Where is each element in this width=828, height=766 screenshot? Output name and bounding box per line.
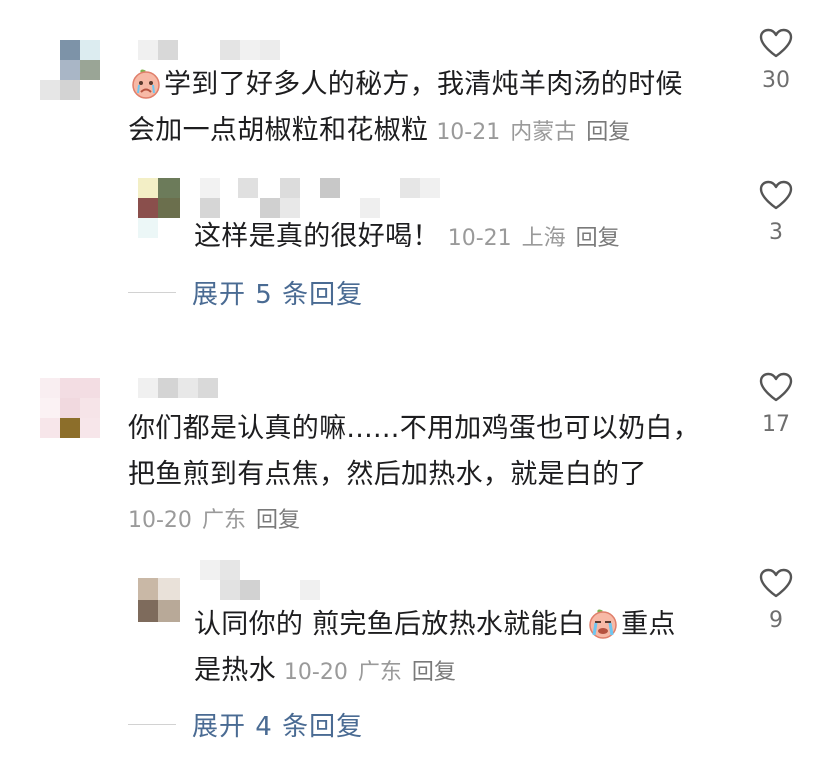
comment-text: 学到了好多人的秘方，我清炖羊肉汤的时候 会加一点胡椒粒和花椒粒 10-21 内蒙古回… <box>128 62 728 156</box>
like-button[interactable]: 30 <box>746 28 806 93</box>
reply-button[interactable]: 回复 <box>586 120 630 145</box>
comment-meta: 10-20 广东 回复 <box>128 506 310 536</box>
like-button[interactable]: 3 <box>746 180 806 245</box>
comment-line-2: 把鱼煎到有点焦，然后加热水，就是白的了 <box>128 459 647 490</box>
expand-replies-button[interactable]: 展开 5 条回复 <box>128 272 363 312</box>
heart-outline-icon <box>759 180 793 210</box>
reply-date: 10-21 <box>447 226 512 251</box>
heart-outline-icon <box>759 568 793 598</box>
avatar[interactable] <box>138 578 180 622</box>
comment-date: 10-21 <box>436 120 501 145</box>
reply-line-2: 是热水 <box>194 655 276 686</box>
comment-line-1: 学到了好多人的秘方，我清炖羊肉汤的时候 <box>164 69 683 100</box>
reply-date: 10-20 <box>283 660 348 685</box>
reply-meta: 10-20 广东 回复 <box>284 660 466 685</box>
comment-location: 广东 <box>201 508 246 533</box>
reply-line-1-end: 重点 <box>621 609 676 640</box>
avatar[interactable] <box>40 378 100 438</box>
reply-line-1: 认同你的 煎完鱼后放热水就能白 <box>194 609 586 640</box>
comment-location: 内蒙古 <box>510 120 577 145</box>
comment-text: 你们都是认真的嘛......不用加鸡蛋也可以奶白， 把鱼煎到有点焦，然后加热水，… <box>128 406 728 498</box>
heart-outline-icon <box>759 372 793 402</box>
avatar[interactable] <box>138 178 180 238</box>
comment-meta: 10-21 内蒙古 回复 <box>436 120 640 145</box>
crying-peach-emoji <box>587 607 619 639</box>
crying-peach-emoji <box>130 67 162 99</box>
reply-meta: 10-21 上海 回复 <box>448 226 630 251</box>
divider <box>128 723 176 725</box>
comment-date: 10-20 <box>128 508 192 533</box>
divider <box>128 291 176 293</box>
expand-replies-button[interactable]: 展开 4 条回复 <box>128 704 363 744</box>
heart-outline-icon <box>759 28 793 58</box>
like-button[interactable]: 9 <box>746 568 806 633</box>
reply-button[interactable]: 回复 <box>576 226 620 251</box>
reply-button[interactable]: 回复 <box>412 660 456 685</box>
reply-line-1: 这样是真的很好喝！ <box>194 221 440 252</box>
reply-text: 这样是真的很好喝！ 10-21 上海 回复 <box>194 214 734 262</box>
reply-location: 上海 <box>521 226 566 251</box>
comment-line-1: 你们都是认真的嘛......不用加鸡蛋也可以奶白， <box>128 413 700 444</box>
like-count: 30 <box>762 68 790 93</box>
reply-text: 认同你的 煎完鱼后放热水就能白 重点 是热水 10-20 广东 回复 <box>194 602 734 696</box>
expand-replies-label: 展开 5 条回复 <box>192 279 364 310</box>
reply-button[interactable]: 回复 <box>256 508 300 533</box>
comment-line-2: 会加一点胡椒粒和花椒粒 <box>128 115 429 146</box>
avatar[interactable] <box>40 40 100 100</box>
like-button[interactable]: 17 <box>746 372 806 437</box>
like-count: 3 <box>769 220 783 245</box>
reply-location: 广东 <box>357 660 402 685</box>
expand-replies-label: 展开 4 条回复 <box>192 711 364 742</box>
like-count: 17 <box>762 412 790 437</box>
like-count: 9 <box>769 608 783 633</box>
